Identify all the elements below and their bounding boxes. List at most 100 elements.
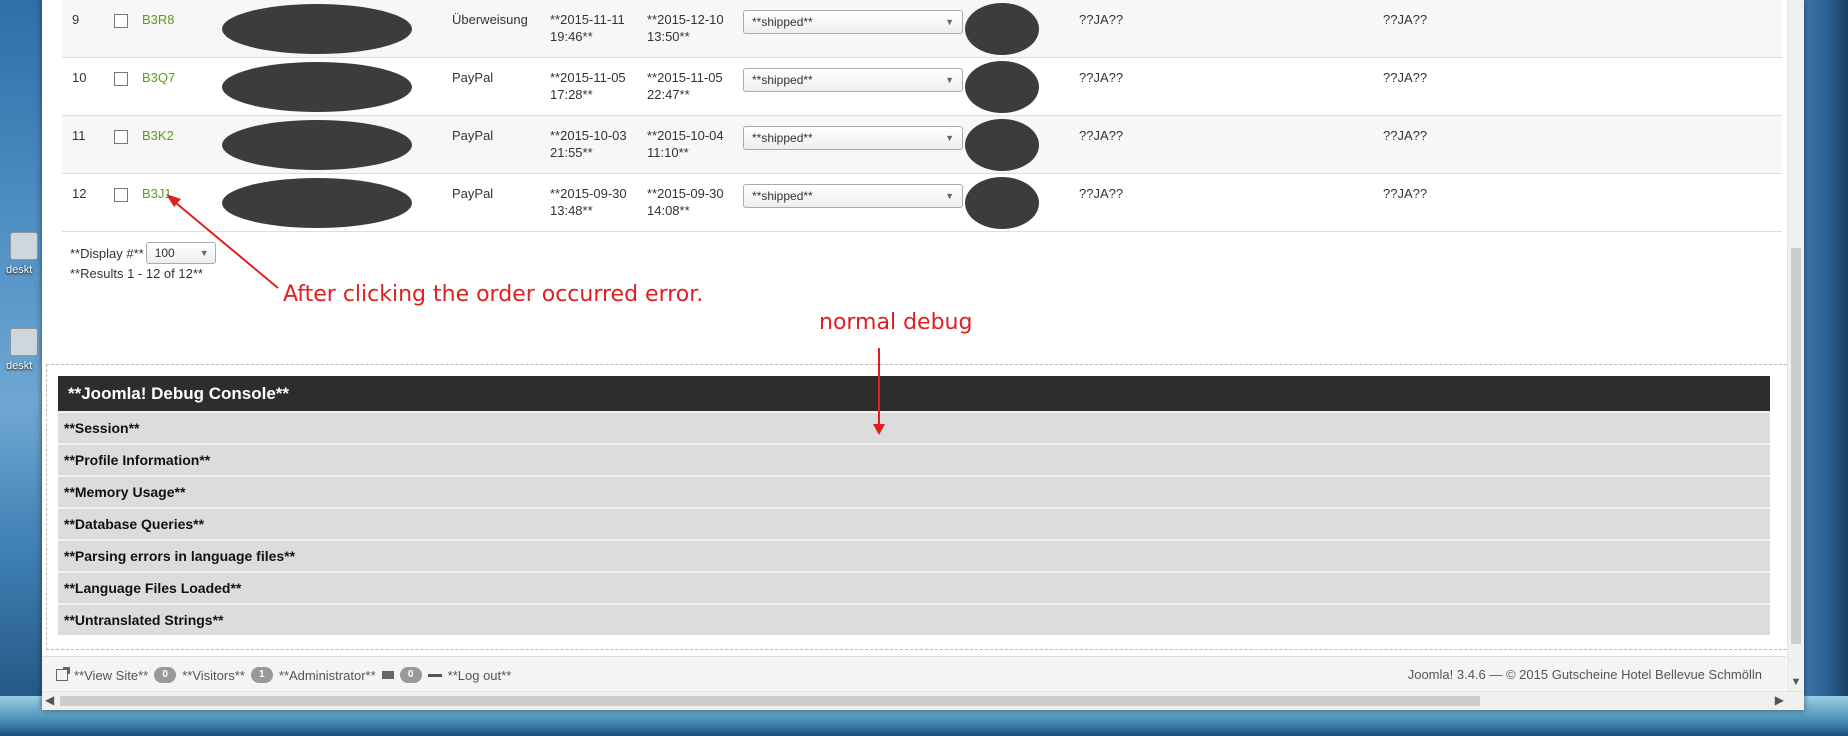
- modified-date-time: 14:08**: [647, 203, 690, 218]
- payment-method: PayPal: [452, 186, 494, 201]
- horizontal-scrollbar[interactable]: ◀ ▶: [42, 691, 1804, 710]
- view-site-link[interactable]: **View Site**: [74, 668, 148, 683]
- error-annotation: After clicking the order occurred error.: [283, 282, 704, 307]
- untranslated-cell: ??JA??: [1079, 12, 1124, 27]
- debug-section-language-files[interactable]: **Language Files Loaded**: [58, 571, 1770, 603]
- untranslated-cell: ??JA??: [1079, 186, 1124, 201]
- order-date-time: 13:48**: [550, 203, 593, 218]
- desktop-file-icon: [10, 328, 38, 356]
- orders-table: 9 B3R8 Überweisung **2015-11-11 19:46** **201…: [62, 0, 1801, 232]
- pagination: **Display #** 100 ▼ **Results 1 - 12 of …: [70, 242, 216, 281]
- modified-date-time: 11:10**: [647, 145, 689, 160]
- payment-method: PayPal: [452, 128, 494, 143]
- order-number: 9: [72, 12, 80, 27]
- desktop-background-right: [1802, 0, 1848, 736]
- debug-console-title: **Joomla! Debug Console**: [58, 376, 1770, 411]
- debug-section-profile[interactable]: **Profile Information**: [58, 443, 1770, 475]
- redacted-blob: [965, 61, 1039, 113]
- row-checkbox[interactable]: [114, 188, 128, 202]
- redacted-customer-name: [222, 4, 412, 54]
- desktop-shortcut-label: deskt: [6, 264, 33, 276]
- modified-date-time: 13:50**: [647, 29, 690, 44]
- list-limit-value: 100: [154, 246, 175, 260]
- order-status-select[interactable]: **shipped** ▼: [743, 126, 963, 150]
- redacted-customer-name: [222, 178, 412, 228]
- administrator-label: **Administrator**: [278, 667, 376, 683]
- modified-date-day: **2015-10-04: [647, 128, 724, 143]
- external-link-icon: [56, 667, 70, 681]
- chevron-down-icon: ▼: [945, 17, 954, 27]
- order-status-select[interactable]: **shipped** ▼: [743, 184, 963, 208]
- order-status-value: **shipped**: [752, 15, 813, 29]
- order-code-link[interactable]: B3R8: [142, 11, 175, 28]
- untranslated-cell: ??JA??: [1079, 70, 1124, 85]
- redacted-customer-name: [222, 62, 412, 112]
- order-code-link[interactable]: B3J1: [142, 185, 172, 202]
- desktop-shortcut-label: deskt: [6, 360, 33, 372]
- order-date: **2015-10-03 21:55**: [550, 127, 627, 161]
- order-number: 10: [72, 70, 87, 85]
- untranslated-cell: ??JA??: [1383, 12, 1428, 27]
- chevron-down-icon: ▼: [945, 75, 954, 85]
- results-counter: **Results 1 - 12 of 12**: [70, 266, 203, 281]
- minus-icon: [427, 673, 442, 677]
- modified-date-day: **2015-11-05: [647, 70, 723, 85]
- row-checkbox[interactable]: [114, 130, 128, 144]
- order-status-value: **shipped**: [752, 131, 813, 145]
- debug-console-container: **Joomla! Debug Console** **Session** **…: [46, 364, 1792, 650]
- messages-count-badge[interactable]: 0: [399, 667, 422, 683]
- row-checkbox[interactable]: [114, 72, 128, 86]
- redacted-blob: [965, 3, 1039, 55]
- order-status-value: **shipped**: [752, 189, 813, 203]
- untranslated-cell: ??JA??: [1383, 70, 1428, 85]
- table-row: 11 B3K2 PayPal **2015-10-03 21:55** **2015-10…: [62, 116, 1801, 174]
- debug-section-parsing-errors[interactable]: **Parsing errors in language files**: [58, 539, 1770, 571]
- vertical-scroll-thumb[interactable]: [1791, 248, 1801, 644]
- modified-date: **2015-12-10 13:50**: [647, 11, 724, 45]
- visitors-count-badge: 0: [154, 667, 177, 683]
- payment-method: PayPal: [452, 70, 494, 85]
- display-label: **Display #**: [70, 245, 144, 261]
- order-date-day: **2015-09-30: [550, 186, 627, 201]
- scroll-right-arrow-icon[interactable]: ▶: [1775, 693, 1784, 707]
- desktop-shortcut-2[interactable]: deskt: [6, 328, 42, 372]
- debug-section-untranslated[interactable]: **Untranslated Strings**: [58, 603, 1770, 635]
- untranslated-cell: ??JA??: [1079, 128, 1124, 143]
- table-row: 9 B3R8 Überweisung **2015-11-11 19:46** **201…: [62, 0, 1801, 58]
- redacted-blob: [965, 119, 1039, 171]
- admin-status-bar: **View Site** 0 **Visitors** 1 **Adminis…: [42, 656, 1786, 693]
- modified-date: **2015-09-30 14:08**: [647, 185, 724, 219]
- debug-console: **Joomla! Debug Console** **Session** **…: [58, 376, 1770, 635]
- vertical-scrollbar[interactable]: ▼: [1787, 0, 1804, 692]
- row-checkbox[interactable]: [114, 14, 128, 28]
- order-code-link[interactable]: B3Q7: [142, 69, 175, 86]
- order-date-day: **2015-11-05: [550, 70, 626, 85]
- chevron-down-icon: ▼: [199, 248, 209, 258]
- logout-link[interactable]: **Log out**: [448, 668, 512, 683]
- debug-section-queries[interactable]: **Database Queries**: [58, 507, 1770, 539]
- order-date-time: 17:28**: [550, 87, 593, 102]
- redacted-blob: [965, 177, 1039, 229]
- browser-window: 9 B3R8 Überweisung **2015-11-11 19:46** **201…: [42, 0, 1804, 710]
- debug-section-session[interactable]: **Session**: [58, 411, 1770, 443]
- table-row: 10 B3Q7 PayPal **2015-11-05 17:28** **2015-11…: [62, 58, 1801, 116]
- redacted-customer-name: [222, 120, 412, 170]
- order-status-value: **shipped**: [752, 73, 813, 87]
- scroll-down-arrow-icon[interactable]: ▼: [1788, 676, 1804, 688]
- order-status-select[interactable]: **shipped** ▼: [743, 10, 963, 34]
- horizontal-scroll-thumb[interactable]: [60, 696, 1480, 706]
- order-status-select[interactable]: **shipped** ▼: [743, 68, 963, 92]
- scroll-left-arrow-icon[interactable]: ◀: [45, 693, 54, 707]
- order-date: **2015-11-11 19:46**: [550, 11, 625, 45]
- visitors-label: **Visitors**: [182, 667, 245, 683]
- order-number: 12: [72, 186, 87, 201]
- order-date-time: 21:55**: [550, 145, 593, 160]
- debug-annotation: normal debug: [819, 310, 973, 335]
- desktop-shortcut-1[interactable]: deskt: [6, 232, 42, 276]
- list-limit-select[interactable]: 100 ▼: [145, 242, 216, 264]
- debug-section-memory[interactable]: **Memory Usage**: [58, 475, 1770, 507]
- order-number: 11: [72, 128, 86, 143]
- order-date-day: **2015-10-03: [550, 128, 627, 143]
- chevron-down-icon: ▼: [945, 191, 954, 201]
- order-code-link[interactable]: B3K2: [142, 127, 174, 144]
